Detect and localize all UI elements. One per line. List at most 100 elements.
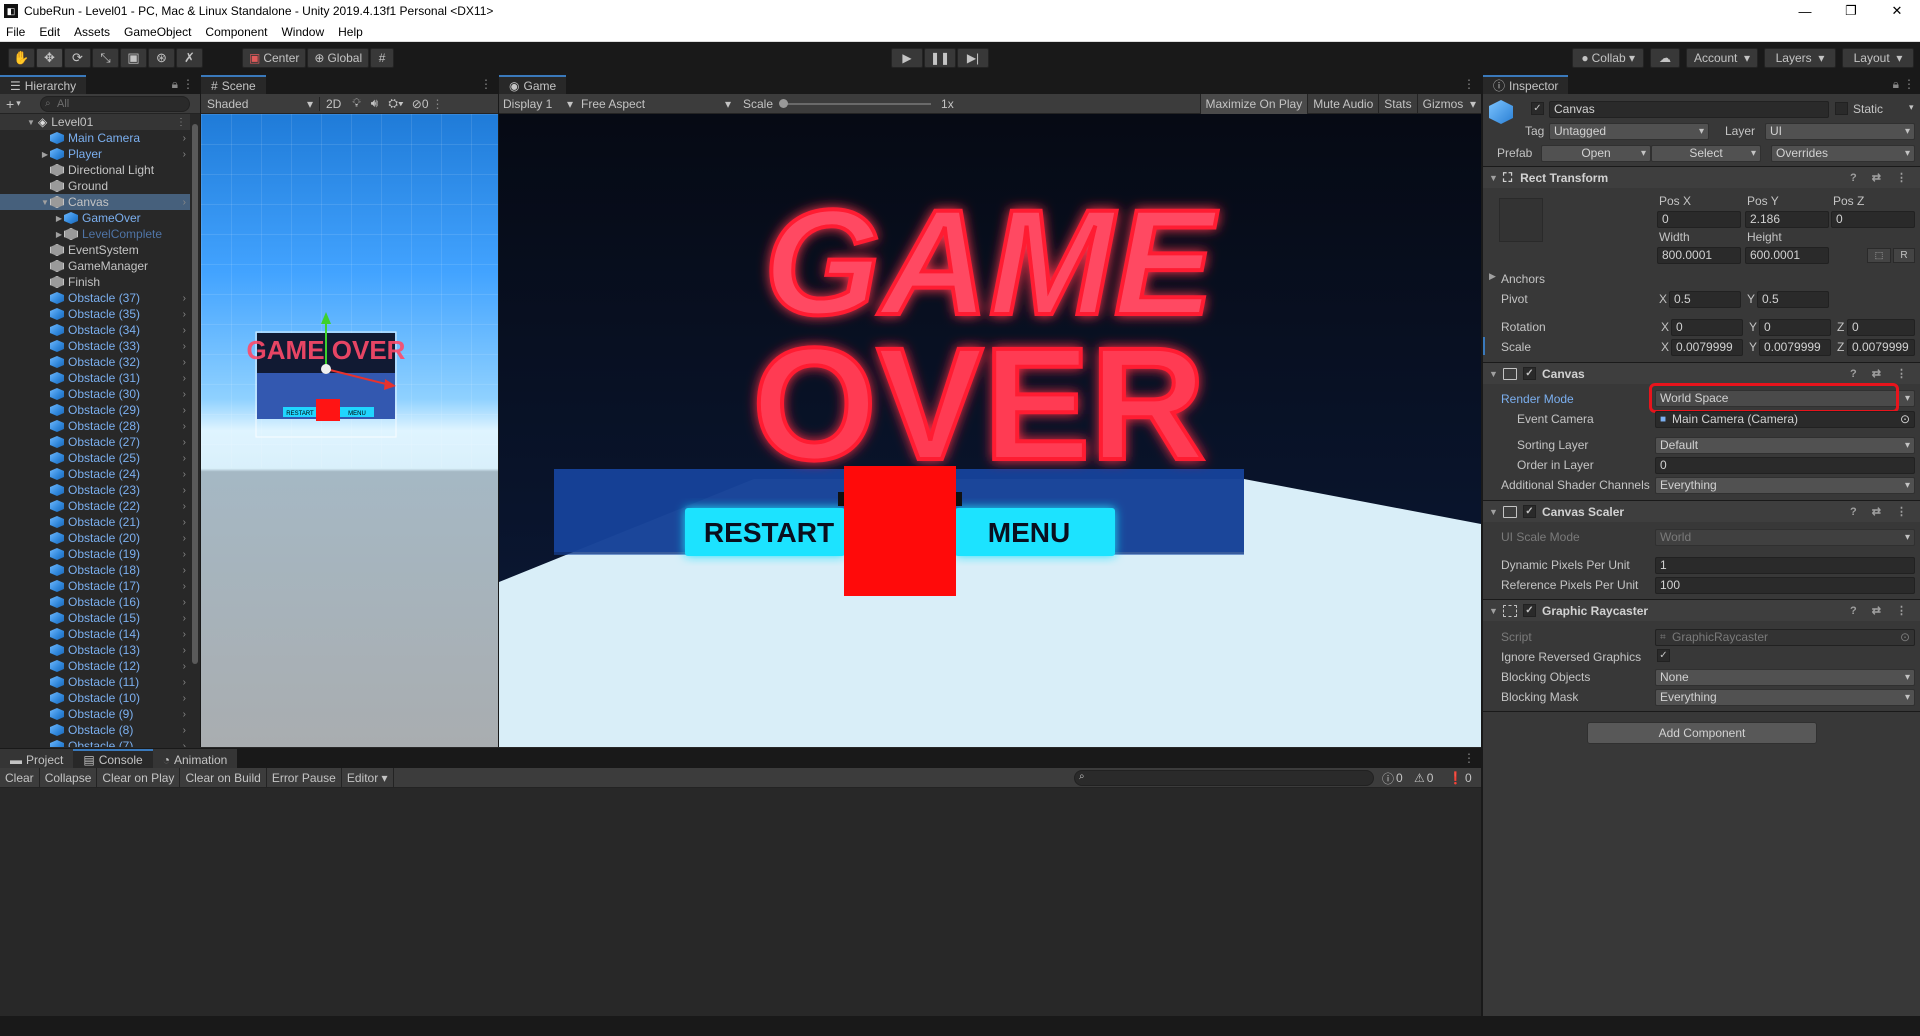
hidden-objects-icon[interactable]: ⊘0 xyxy=(409,97,432,111)
ignore-reversed-checkbox[interactable]: ✓ xyxy=(1657,649,1670,662)
hierarchy-item[interactable]: Obstacle (32) › xyxy=(0,354,190,370)
log-count-toggle[interactable]: ⓘ 0 xyxy=(1382,768,1403,788)
chevron-right-icon[interactable]: › xyxy=(183,133,186,144)
rotation-x-field[interactable]: 0 xyxy=(1671,319,1743,336)
hierarchy-item[interactable]: Obstacle (9) › xyxy=(0,706,190,722)
tab-inspector[interactable]: ⓘ Inspector xyxy=(1483,75,1569,94)
chevron-right-icon[interactable]: › xyxy=(183,549,186,560)
hierarchy-item[interactable]: Obstacle (33) › xyxy=(0,338,190,354)
blocking-mask-dropdown[interactable]: Everything xyxy=(1655,689,1915,706)
menu-window[interactable]: Window xyxy=(281,25,324,39)
chevron-right-icon[interactable]: › xyxy=(183,613,186,624)
maximize-on-play-toggle[interactable]: Maximize On Play xyxy=(1199,94,1309,114)
grid-snap-icon[interactable]: # xyxy=(370,48,395,68)
anchors-label[interactable]: Anchors xyxy=(1501,272,1545,286)
expand-arrow-icon[interactable]: ▶ xyxy=(54,214,64,223)
scene-viewport[interactable]: GAME OVER RESTART MENU xyxy=(201,114,498,747)
scene-overflow-icon[interactable]: ⋮ xyxy=(432,97,444,111)
chevron-right-icon[interactable]: › xyxy=(183,453,186,464)
chevron-right-icon[interactable]: › xyxy=(183,693,186,704)
menu-gameobject[interactable]: GameObject xyxy=(124,25,191,39)
hierarchy-item[interactable]: Obstacle (19) › xyxy=(0,546,190,562)
hierarchy-item[interactable]: Obstacle (8) › xyxy=(0,722,190,738)
static-checkbox[interactable] xyxy=(1835,102,1848,115)
hierarchy-item[interactable]: Obstacle (11) › xyxy=(0,674,190,690)
hand-tool-icon[interactable]: ✋ xyxy=(8,48,35,68)
dynamic-ppu-field[interactable]: 1 xyxy=(1655,557,1915,574)
play-button[interactable]: ▶ xyxy=(891,48,923,68)
minimize-button[interactable]: — xyxy=(1782,0,1828,22)
scene-more-icon[interactable]: ⋮ xyxy=(480,77,492,91)
chevron-right-icon[interactable]: › xyxy=(183,485,186,496)
hierarchy-item[interactable]: Obstacle (10) › xyxy=(0,690,190,706)
hierarchy-item[interactable]: Obstacle (29) › xyxy=(0,402,190,418)
width-field[interactable]: 800.0001 xyxy=(1657,247,1741,264)
chevron-right-icon[interactable]: › xyxy=(183,501,186,512)
menu-text[interactable]: MENU xyxy=(988,517,1070,548)
hierarchy-item[interactable]: Obstacle (16) › xyxy=(0,594,190,610)
hierarchy-item[interactable]: Obstacle (17) › xyxy=(0,578,190,594)
posx-field[interactable]: 0 xyxy=(1657,211,1741,228)
layer-dropdown[interactable]: UI xyxy=(1765,123,1915,140)
scroll-thumb[interactable] xyxy=(192,124,198,664)
shading-dropdown[interactable]: Shaded ▾ xyxy=(201,97,319,111)
hierarchy-item[interactable]: Obstacle (27) › xyxy=(0,434,190,450)
rect-transform-header[interactable]: ▼ ⛶ Rect Transform ? ⇄ ⋮ xyxy=(1483,166,1920,188)
chevron-right-icon[interactable]: › xyxy=(183,677,186,688)
hierarchy-item[interactable]: Obstacle (25) › xyxy=(0,450,190,466)
component-menu-icons[interactable]: ? ⇄ ⋮ xyxy=(1850,604,1913,617)
rect-tool-icon[interactable]: ▣ xyxy=(120,48,147,68)
chevron-right-icon[interactable]: › xyxy=(183,725,186,736)
rotation-y-field[interactable]: 0 xyxy=(1759,319,1831,336)
chevron-right-icon[interactable]: › xyxy=(183,437,186,448)
menu-edit[interactable]: Edit xyxy=(39,25,60,39)
shader-channels-dropdown[interactable]: Everything xyxy=(1655,477,1915,494)
console-log-area[interactable] xyxy=(0,788,1481,1016)
component-menu-icons[interactable]: ? ⇄ ⋮ xyxy=(1850,367,1913,380)
scale-y-field[interactable]: 0.0079999 xyxy=(1759,339,1831,356)
chevron-right-icon[interactable]: › xyxy=(183,197,186,208)
lighting-toggle-icon[interactable]: 💡︎ xyxy=(347,96,365,111)
anchors-fold-icon[interactable]: ▶ xyxy=(1489,271,1496,282)
tab-project[interactable]: ▬ Project xyxy=(0,749,74,768)
hierarchy-item[interactable]: Obstacle (24) › xyxy=(0,466,190,482)
chevron-right-icon[interactable]: › xyxy=(183,405,186,416)
component-menu-icons[interactable]: ? ⇄ ⋮ xyxy=(1850,171,1913,184)
audio-toggle-icon[interactable]: 🔊︎ xyxy=(366,96,384,111)
chevron-right-icon[interactable]: › xyxy=(183,325,186,336)
blocking-objects-dropdown[interactable]: None xyxy=(1655,669,1915,686)
console-search-input[interactable]: ⌕ xyxy=(1074,770,1374,786)
menu-component[interactable]: Component xyxy=(205,25,267,39)
add-object-button[interactable]: + xyxy=(6,96,14,112)
warning-count-toggle[interactable]: ⚠ 0 xyxy=(1414,768,1433,788)
clear-button[interactable]: Clear xyxy=(0,767,40,788)
prefab-open-button[interactable]: Open xyxy=(1541,145,1651,162)
effects-toggle-icon[interactable]: ⛭▾ xyxy=(383,96,408,111)
expand-arrow-icon[interactable]: ▶ xyxy=(40,150,50,159)
active-checkbox[interactable]: ✓ xyxy=(1531,102,1544,115)
fold-arrow-icon[interactable]: ▼ xyxy=(1489,369,1503,379)
hierarchy-search-input[interactable]: ⌕ All xyxy=(40,96,190,112)
hierarchy-item[interactable]: ▶ Player › xyxy=(0,146,190,162)
tab-console[interactable]: ▤ Console xyxy=(73,749,153,768)
hierarchy-item[interactable]: Obstacle (37) › xyxy=(0,290,190,306)
chevron-right-icon[interactable]: › xyxy=(183,661,186,672)
restart-text[interactable]: RESTART xyxy=(704,517,834,548)
scene-root-row[interactable]: ▼ ◈ Level01 ⋮ xyxy=(0,114,190,130)
chevron-right-icon[interactable]: › xyxy=(183,597,186,608)
chevron-right-icon[interactable]: › xyxy=(183,293,186,304)
raw-edit-button[interactable]: R xyxy=(1893,248,1915,263)
chevron-right-icon[interactable]: › xyxy=(183,517,186,528)
scene-more-icon[interactable]: ⋮ xyxy=(176,117,186,128)
scale-tool-icon[interactable]: ⤡ xyxy=(92,48,119,68)
menu-help[interactable]: Help xyxy=(338,25,363,39)
inspector-lock-icon[interactable]: 🔒︎ xyxy=(1893,77,1899,92)
blueprint-mode-button[interactable]: ⬚ xyxy=(1867,248,1891,263)
canvas-scaler-checkbox[interactable]: ✓ xyxy=(1523,505,1536,518)
chevron-right-icon[interactable]: › xyxy=(183,629,186,640)
pause-button[interactable]: ❚❚ xyxy=(924,48,956,68)
hierarchy-item[interactable]: Ground xyxy=(0,178,190,194)
game-viewport[interactable]: GAME OVER RESTART MENU xyxy=(499,114,1481,747)
rotate-tool-icon[interactable]: ⟳ xyxy=(64,48,91,68)
canvas-component-header[interactable]: ▼ ✓ Canvas ? ⇄ ⋮ xyxy=(1483,362,1920,384)
